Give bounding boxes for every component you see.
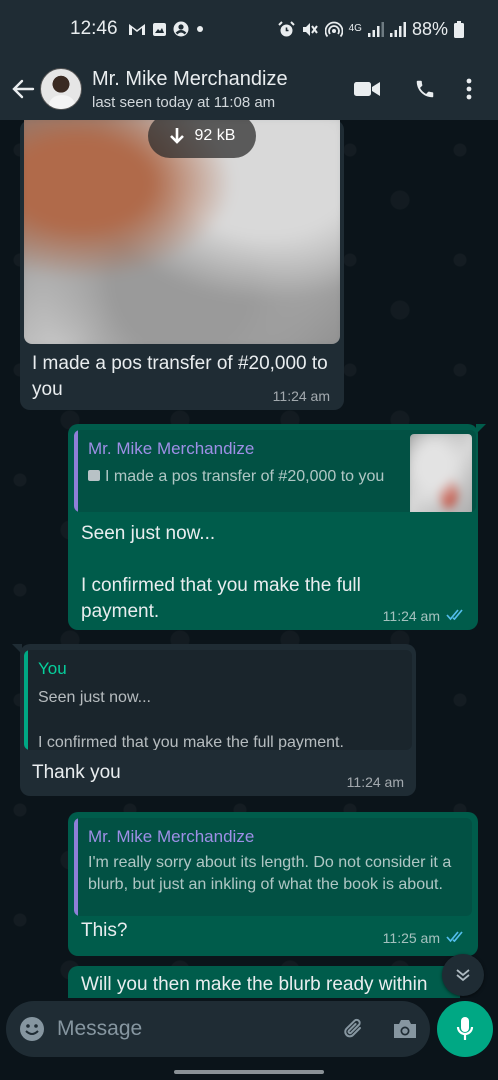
contact-name: Mr. Mike Merchandize: [92, 67, 288, 90]
message-input[interactable]: [57, 1009, 328, 1049]
back-arrow-icon: [12, 79, 35, 99]
quote-accent-bar: [74, 818, 78, 916]
voice-call-button[interactable]: [396, 67, 454, 111]
message-text: Thank you: [32, 762, 121, 783]
message-time: 11:24 am: [272, 388, 330, 404]
quote-thumbnail-image: [410, 434, 472, 512]
alarm-icon: [277, 20, 295, 36]
quote-accent-bar: [24, 650, 28, 750]
signal-icon-2: [389, 21, 406, 37]
video-call-button[interactable]: [338, 67, 396, 111]
status-bar: 12:46 4G 88%: [0, 0, 498, 58]
quoted-message[interactable]: Mr. Mike Merchandize I made a pos transf…: [74, 430, 476, 512]
scroll-to-bottom-button[interactable]: [442, 954, 484, 996]
camera-icon: [393, 1020, 416, 1038]
voice-message-button[interactable]: [437, 1001, 493, 1057]
message-text: Seen just now... I confirmed that you ma…: [81, 521, 421, 625]
message-text: Will you then make the blurb ready withi…: [81, 974, 428, 995]
message-bubble-incoming[interactable]: You Seen just now... I confirmed that yo…: [12, 644, 416, 796]
network-4g-icon: 4G: [348, 23, 362, 34]
contact-info[interactable]: Mr. Mike Merchandize last seen today at …: [92, 68, 288, 111]
battery-percent: 88%: [411, 18, 448, 39]
home-indicator[interactable]: [174, 1070, 324, 1074]
header-actions: [338, 67, 484, 111]
mic-icon: [456, 1017, 474, 1040]
download-arrow-icon: [169, 128, 184, 144]
message-line-1: Seen just now...: [81, 523, 216, 544]
attach-icon: [343, 1018, 361, 1038]
photo-icon: [88, 470, 100, 481]
voice-call-icon: [416, 80, 434, 98]
last-seen: last seen today at 11:08 am: [92, 93, 276, 111]
read-ticks-icon: [446, 609, 463, 621]
quote-accent-bar: [74, 430, 78, 512]
download-size: 92 kB: [194, 127, 236, 144]
quote-author: You: [38, 659, 67, 678]
gallery-icon: [152, 22, 166, 36]
quote-author: Mr. Mike Merchandize: [88, 439, 255, 458]
emoji-button[interactable]: [6, 1001, 57, 1057]
mute-icon: [302, 22, 318, 36]
more-menu-button[interactable]: [454, 67, 484, 111]
emoji-icon: [19, 1017, 44, 1041]
video-call-icon: [354, 82, 380, 96]
gmail-icon: [128, 24, 145, 35]
quote-text: I'm really sorry about its length. Do no…: [88, 854, 452, 893]
chat-area[interactable]: 92 kB I made a pos transfer of #20,000 t…: [0, 120, 498, 998]
message-text: This?: [81, 920, 128, 941]
hotspot-icon: [324, 21, 343, 37]
status-right: 4G 88%: [277, 18, 464, 40]
account-icon: [173, 21, 189, 37]
double-chevron-down-icon: [456, 969, 470, 982]
download-button[interactable]: 92 kB: [148, 120, 256, 158]
camera-button[interactable]: [379, 1001, 430, 1057]
dot-icon: [196, 26, 203, 32]
message-bubble-outgoing[interactable]: Mr. Mike Merchandize I'm really sorry ab…: [68, 812, 478, 956]
chat-header: Mr. Mike Merchandize last seen today at …: [0, 58, 498, 120]
quote-text-content: I made a pos transfer of #20,000 to you: [105, 468, 385, 485]
status-time: 12:46: [70, 18, 118, 39]
quoted-message[interactable]: Mr. Mike Merchandize I'm really sorry ab…: [74, 818, 472, 916]
message-bubble-outgoing[interactable]: Mr. Mike Merchandize I made a pos transf…: [68, 424, 486, 630]
quote-thumbnail: [410, 434, 472, 512]
quote-line-1: Seen just now...: [38, 689, 151, 706]
message-time: 11:25 am: [382, 930, 440, 946]
message-composer: [6, 1001, 430, 1057]
message-time: 11:24 am: [382, 608, 440, 624]
attach-button[interactable]: [328, 1001, 379, 1057]
read-ticks-icon: [446, 931, 463, 943]
message-bubble-outgoing[interactable]: Will you then make the blurb ready withi…: [68, 966, 460, 998]
quote-line-2: I confirmed that you make the full payme…: [38, 734, 344, 750]
contact-avatar[interactable]: [40, 68, 82, 110]
quote-text: I made a pos transfer of #20,000 to you: [88, 466, 408, 488]
message-time: 11:24 am: [346, 774, 404, 790]
quoted-message[interactable]: You Seen just now... I confirmed that yo…: [24, 650, 412, 750]
more-menu-icon: [466, 78, 472, 100]
signal-icon: [367, 21, 384, 37]
message-bubble-incoming[interactable]: 92 kB I made a pos transfer of #20,000 t…: [20, 120, 344, 410]
back-button[interactable]: [6, 69, 40, 109]
status-left: 12:46: [70, 18, 205, 40]
message-line-2: I confirmed that you make the full payme…: [81, 575, 361, 622]
battery-icon: [454, 20, 464, 38]
quote-author: Mr. Mike Merchandize: [88, 827, 255, 846]
